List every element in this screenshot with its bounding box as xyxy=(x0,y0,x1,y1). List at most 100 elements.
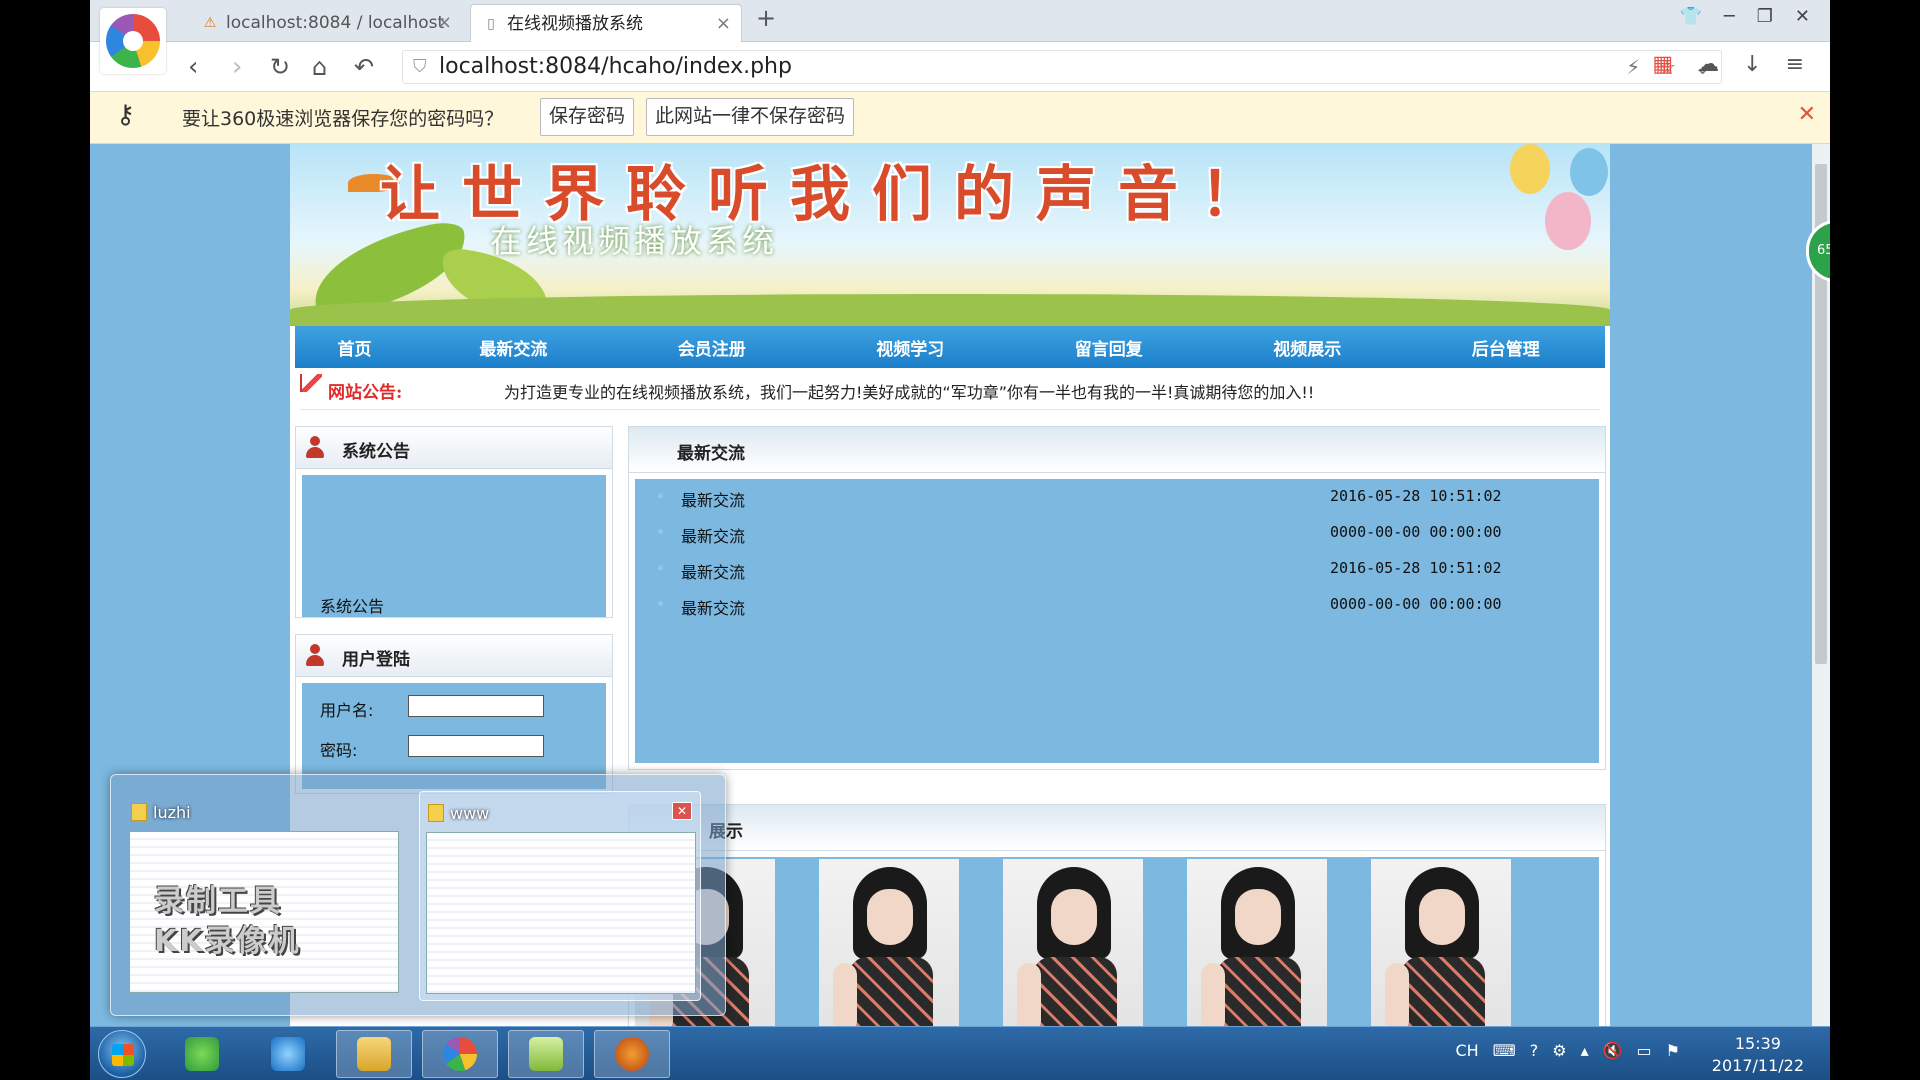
box-header: 系统公告 xyxy=(296,427,612,469)
username-field[interactable] xyxy=(408,695,544,717)
login-box: 用户登陆 用户名: 密码: xyxy=(295,634,613,794)
banner-subtitle: 在线视频播放系统 xyxy=(490,222,779,260)
close-tab-icon[interactable]: × xyxy=(716,5,731,42)
video-thumbnail[interactable] xyxy=(1187,859,1327,1026)
minimize-icon[interactable]: ─ xyxy=(1724,6,1735,27)
settings-icon[interactable]: ⚙ xyxy=(1552,1041,1566,1060)
url-text: localhost:8084/hcaho/index.php xyxy=(439,54,792,79)
system-notice-item[interactable]: 系统公告 xyxy=(320,593,384,617)
balloon-image xyxy=(1545,192,1591,250)
video-gallery-box: 展示 xyxy=(628,804,1606,1026)
chevron-up-icon[interactable]: ▴ xyxy=(1581,1041,1589,1060)
clock-time: 15:39 xyxy=(1734,1034,1781,1053)
ie-icon xyxy=(271,1037,305,1071)
taskbar-ie[interactable] xyxy=(250,1030,326,1078)
watermark-line: 录制工具 xyxy=(154,884,282,919)
item-title[interactable]: 最新交流 xyxy=(681,487,745,511)
close-tab-icon[interactable]: × xyxy=(437,4,452,42)
box-header: 最新交流 xyxy=(629,427,1605,473)
start-button[interactable] xyxy=(98,1030,146,1078)
help-icon[interactable]: ? xyxy=(1530,1041,1539,1060)
apps-icon[interactable]: ▦ xyxy=(1652,52,1673,77)
item-title[interactable]: 最新交流 xyxy=(681,595,745,619)
video-thumbnail[interactable] xyxy=(819,859,959,1026)
tab-label: localhost:8084 / localhost xyxy=(226,13,445,33)
back-icon[interactable]: ‹ xyxy=(188,52,198,82)
video-thumbnail[interactable] xyxy=(1371,859,1511,1026)
new-tab-button[interactable]: + xyxy=(756,4,776,32)
list-item: ◦ 最新交流 2016-05-28 10:51:02 xyxy=(635,557,1599,587)
clock[interactable]: 15:39 2017/11/22 xyxy=(1712,1033,1804,1077)
lightning-icon[interactable]: ⚡ xyxy=(1626,51,1640,83)
box-title: 用户登陆 xyxy=(342,650,410,670)
peek-title: www xyxy=(450,804,490,823)
folder-icon xyxy=(357,1037,391,1071)
close-icon[interactable]: ✕ xyxy=(1798,102,1816,127)
watermark: 录制工具 KK录像机 xyxy=(154,882,301,962)
user-icon xyxy=(306,644,324,666)
item-title[interactable]: 最新交流 xyxy=(681,523,745,547)
taskbar-editor[interactable] xyxy=(508,1030,584,1078)
never-save-button[interactable]: 此网站一律不保存密码 xyxy=(646,98,855,136)
peek-preview: 录制工具 KK录像机 xyxy=(129,831,399,993)
bullet-icon: ◦ xyxy=(657,597,665,611)
keyboard-icon[interactable]: ⌨ xyxy=(1493,1041,1516,1060)
home-icon[interactable]: ⌂ xyxy=(312,52,327,82)
tab-phpmyadmin[interactable]: ⚠ localhost:8084 / localhost × xyxy=(190,4,462,42)
nav-register[interactable]: 会员注册 xyxy=(613,335,811,360)
taskbar-browser[interactable] xyxy=(422,1030,498,1078)
nav-home[interactable]: 首页 xyxy=(295,335,414,360)
peek-window-www[interactable]: www ✕ xyxy=(419,791,701,1001)
nav-video-gallery[interactable]: 视频展示 xyxy=(1208,335,1406,360)
taskbar-explorer[interactable] xyxy=(336,1030,412,1078)
shirt-icon[interactable]: 👕 xyxy=(1680,6,1702,27)
reload-icon[interactable]: ↻ xyxy=(270,52,290,82)
forward-icon[interactable]: › xyxy=(232,52,242,82)
list-item: ◦ 最新交流 2016-05-28 10:51:02 xyxy=(635,485,1599,515)
nav-latest[interactable]: 最新交流 xyxy=(414,335,612,360)
menu-icon[interactable]: ≡ xyxy=(1786,52,1804,77)
save-password-button[interactable]: 保存密码 xyxy=(540,98,635,136)
key-icon: ⚷ xyxy=(116,100,136,130)
address-bar: ‹ › ↻ ⌂ ↶ ⛉ localhost:8084/hcaho/index.p… xyxy=(90,42,1830,92)
folder-icon xyxy=(428,804,444,822)
clock-date: 2017/11/22 xyxy=(1711,1056,1804,1075)
browser-logo[interactable] xyxy=(100,8,166,74)
flag-icon xyxy=(300,374,322,392)
video-thumbnail[interactable] xyxy=(1003,859,1143,1026)
tab-video-system[interactable]: ▯ 在线视频播放系统 × xyxy=(470,4,742,42)
ground-image xyxy=(290,294,1610,326)
phpmyadmin-icon: ⚠ xyxy=(203,15,217,31)
action-center-flag-icon[interactable]: ⚑ xyxy=(1666,1041,1680,1060)
peek-window-luzhi[interactable]: luzhi 录制工具 KK录像机 xyxy=(123,791,405,1001)
banner: 让世界聆听我们的声音！ 在线视频播放系统 xyxy=(290,144,1610,326)
recorder-icon xyxy=(615,1037,649,1071)
url-field[interactable]: ⛉ localhost:8084/hcaho/index.php ⚡ ☆ ⌄ xyxy=(402,50,1722,84)
network-icon[interactable]: ▭ xyxy=(1637,1041,1652,1060)
security-icon xyxy=(185,1037,219,1071)
box-body: 系统公告 xyxy=(302,475,606,617)
password-field[interactable] xyxy=(408,735,544,757)
item-title[interactable]: 最新交流 xyxy=(681,559,745,583)
taskbar-360-security[interactable] xyxy=(164,1030,240,1078)
password-label: 密码: xyxy=(320,741,358,760)
page-icon: ▯ xyxy=(487,16,495,32)
editor-icon xyxy=(529,1037,563,1071)
site-notice: 网站公告: 为打造更专业的在线视频播放系统，我们一起努力!美好成就的“军功章”你… xyxy=(300,368,1600,410)
user-icon xyxy=(306,436,324,458)
nav-admin[interactable]: 后台管理 xyxy=(1407,335,1605,360)
volume-muted-icon[interactable]: 🔇 xyxy=(1603,1041,1623,1060)
download-icon[interactable]: ↓ xyxy=(1743,52,1761,77)
cloud-icon[interactable]: ☁ xyxy=(1697,52,1719,77)
taskbar-recorder[interactable] xyxy=(594,1030,670,1078)
close-icon[interactable]: ✕ xyxy=(672,802,692,820)
taskbar: CH ⌨ ? ⚙ ▴ 🔇 ▭ ⚑ 15:39 2017/11/22 xyxy=(90,1026,1830,1080)
password-prompt: 要让360极速浏览器保存您的密码吗？ xyxy=(182,108,504,130)
close-window-icon[interactable]: ✕ xyxy=(1795,6,1810,27)
nav-messages[interactable]: 留言回复 xyxy=(1010,335,1208,360)
restore-icon[interactable]: ❐ xyxy=(1757,6,1773,27)
latest-box: 最新交流 ◦ 最新交流 2016-05-28 10:51:02 ◦ 最新交流 0… xyxy=(628,426,1606,770)
language-indicator[interactable]: CH xyxy=(1455,1041,1478,1060)
nav-video-learning[interactable]: 视频学习 xyxy=(811,335,1009,360)
undo-icon[interactable]: ↶ xyxy=(354,52,374,82)
